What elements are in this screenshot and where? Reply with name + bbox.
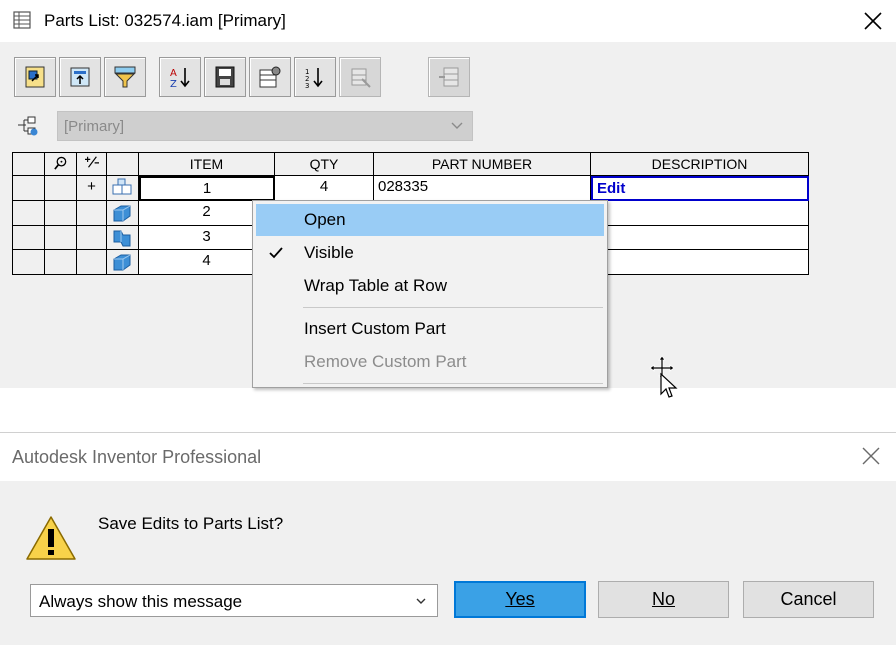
filter-settings-button[interactable]: [104, 57, 146, 97]
find-cell: [45, 250, 77, 275]
description-cell[interactable]: [591, 226, 809, 250]
dialog-title: Autodesk Inventor Professional: [12, 447, 262, 467]
no-button[interactable]: No: [598, 581, 729, 618]
find-cell: [45, 201, 77, 226]
group-settings-icon: [70, 67, 90, 87]
column-chooser-button[interactable]: [14, 57, 56, 97]
expand-toggle[interactable]: +: [77, 176, 107, 201]
icon-column-header: [107, 153, 139, 176]
parts-list-window: Parts List: 032574.iam [Primary] A Z 1 2…: [0, 0, 896, 388]
membership-button[interactable]: [428, 57, 470, 97]
row-type-cell: [107, 250, 139, 275]
description-cell[interactable]: [591, 250, 809, 275]
parts-list-icon: [13, 11, 31, 29]
renumber-items-button[interactable]: 1 2 3: [294, 57, 336, 97]
bom-override-icon: [351, 68, 371, 88]
plus-minus-icon: [84, 156, 99, 168]
expand-toggle: [77, 250, 107, 275]
expand-toggle: [77, 226, 107, 250]
zoom-icon: [54, 156, 67, 170]
row-selector[interactable]: [13, 201, 45, 226]
view-select[interactable]: [Primary]: [57, 111, 473, 141]
sort-icon: A Z: [170, 68, 190, 89]
close-icon[interactable]: [860, 445, 882, 467]
yes-button-label: Yes: [505, 589, 535, 609]
model-state-icon: [18, 116, 38, 136]
menu-separator: [303, 383, 603, 384]
view-select-value: [Primary]: [64, 118, 124, 135]
row-selector[interactable]: [13, 226, 45, 250]
part-number-cell[interactable]: 028335: [374, 176, 591, 201]
item-cell[interactable]: 1: [139, 176, 275, 201]
table-layout-icon: [259, 66, 281, 88]
part-icon: [113, 254, 131, 271]
move-cursor-icon: [649, 355, 678, 398]
no-button-label: No: [651, 589, 675, 609]
part-icon: [113, 230, 131, 247]
yes-button[interactable]: Yes: [454, 581, 586, 618]
column-header-part-number[interactable]: PART NUMBER: [374, 153, 591, 176]
renumber-items-icon: 1 2 3: [305, 68, 323, 89]
chevron-down-icon: [416, 598, 426, 604]
row-type-cell: [107, 201, 139, 226]
menu-item-wrap-table[interactable]: Wrap Table at Row: [256, 270, 604, 302]
menu-item-insert-custom-part[interactable]: Insert Custom Part: [256, 313, 604, 345]
close-icon[interactable]: [860, 8, 886, 34]
menu-item-label: Visible: [304, 243, 354, 262]
warning-icon: [26, 516, 76, 560]
description-edit-cell[interactable]: Edit: [591, 176, 809, 201]
menu-separator: [303, 307, 603, 308]
menu-item-label: Insert Custom Part: [304, 319, 446, 338]
description-cell[interactable]: [591, 201, 809, 226]
menu-item-label: Remove Custom Part: [304, 352, 467, 371]
dialog-titlebar: Autodesk Inventor Professional: [0, 433, 896, 481]
svg-text:3: 3: [305, 82, 309, 89]
column-header-description[interactable]: DESCRIPTION: [591, 153, 809, 176]
svg-text:A: A: [170, 68, 177, 79]
parts-list-titlebar: Parts List: 032574.iam [Primary]: [0, 0, 896, 42]
context-menu: Open Visible Wrap Table at Row Insert Cu…: [252, 200, 608, 388]
cancel-button[interactable]: Cancel: [743, 581, 874, 618]
row-header-corner: [13, 153, 45, 176]
row-type-cell: [107, 176, 139, 201]
column-chooser-icon: [25, 66, 45, 88]
row-selector[interactable]: [13, 176, 45, 201]
chevron-down-icon: [451, 122, 463, 129]
membership-icon: [439, 67, 459, 87]
checkmark-icon: [269, 247, 283, 259]
menu-item-remove-custom-part: Remove Custom Part: [256, 346, 604, 378]
menu-item-open[interactable]: Open: [256, 204, 604, 236]
svg-text:Z: Z: [170, 79, 177, 89]
qty-cell[interactable]: 4: [275, 176, 374, 201]
export-button[interactable]: [204, 57, 246, 97]
cancel-button-label: Cancel: [780, 589, 837, 609]
filter-settings-icon: [114, 66, 136, 88]
row-type-cell: [107, 226, 139, 250]
row-selector[interactable]: [13, 250, 45, 275]
suppress-message-select[interactable]: Always show this message: [30, 584, 438, 617]
column-header-item[interactable]: ITEM: [139, 153, 275, 176]
menu-item-label: Open: [304, 210, 346, 229]
menu-item-visible[interactable]: Visible: [256, 237, 604, 269]
save-edits-dialog: Autodesk Inventor Professional Save Edit…: [0, 432, 896, 645]
suppress-message-value: Always show this message: [39, 592, 243, 611]
assembly-icon: [112, 178, 132, 195]
part-icon: [113, 205, 131, 222]
find-column-header[interactable]: [45, 153, 77, 176]
find-cell: [45, 176, 77, 201]
column-header-qty[interactable]: QTY: [275, 153, 374, 176]
group-settings-button[interactable]: [59, 57, 101, 97]
bom-override-button[interactable]: [339, 57, 381, 97]
export-icon: [215, 66, 235, 88]
table-layout-button[interactable]: [249, 57, 291, 97]
sort-button[interactable]: A Z: [159, 57, 201, 97]
dialog-message: Save Edits to Parts List?: [98, 514, 284, 533]
menu-item-label: Wrap Table at Row: [304, 276, 447, 295]
overrides-column-header[interactable]: [77, 153, 107, 176]
find-cell: [45, 226, 77, 250]
expand-toggle: [77, 201, 107, 226]
parts-list-title: Parts List: 032574.iam [Primary]: [44, 11, 286, 30]
